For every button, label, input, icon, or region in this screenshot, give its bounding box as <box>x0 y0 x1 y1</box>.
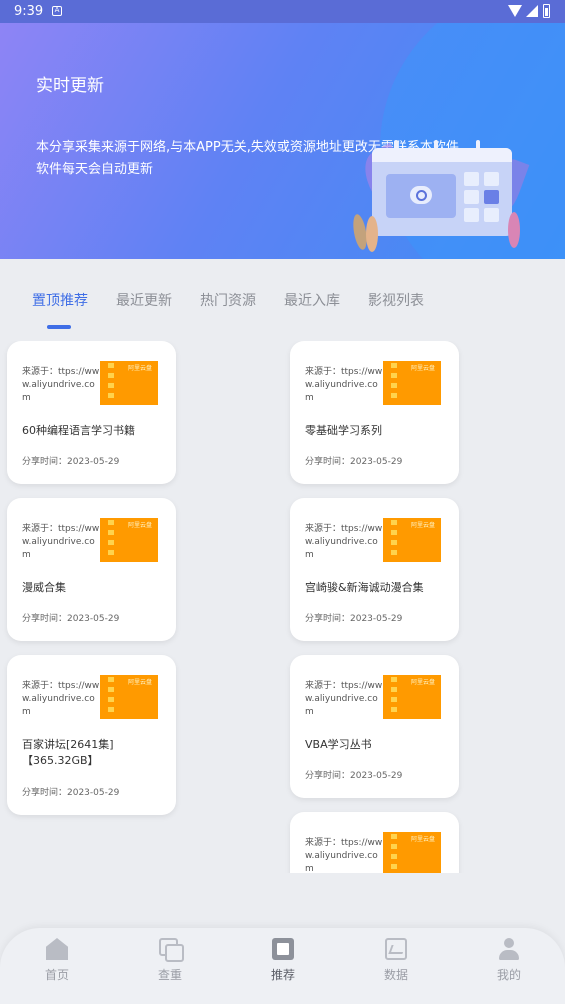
recommend-icon <box>272 938 294 960</box>
tab-recent-updates[interactable]: 最近更新 <box>116 290 172 310</box>
card-date: 分享时间：2023-05-29 <box>22 457 120 467</box>
bottom-navigation: 首页 查重 推荐 数据 我的 <box>0 928 565 1004</box>
card-title: 零基础学习系列 <box>305 424 382 437</box>
feather-icon <box>366 216 378 252</box>
calendar-icon <box>372 140 512 236</box>
profile-icon <box>498 938 520 960</box>
resource-card[interactable]: 来源于：ttps://www.aliyundrive.com 阿里云盘 VBA学… <box>290 655 459 798</box>
nav-profile[interactable]: 我的 <box>479 938 539 983</box>
search-icon <box>410 186 432 204</box>
card-source: 来源于：ttps://www.aliyundrive.com <box>305 838 383 873</box>
card-title: 宫崎骏&新海诚动漫合集 <box>305 581 424 594</box>
calendar-illustration <box>350 118 530 252</box>
nav-data[interactable]: 数据 <box>366 938 426 983</box>
card-source: 来源于：ttps://www.aliyundrive.com <box>305 524 383 560</box>
nav-label: 数据 <box>383 968 408 982</box>
category-tabs: 置顶推荐 最近更新 热门资源 最近入库 影视列表 <box>0 259 565 339</box>
resource-card[interactable]: 来源于：ttps://www.aliyundrive.com 阿里云盘 60种编… <box>7 341 176 484</box>
data-chart-icon <box>385 938 407 960</box>
duplicate-icon <box>159 938 184 962</box>
nav-home[interactable]: 首页 <box>27 938 87 983</box>
resource-card[interactable]: 来源于：ttps://www.aliyundrive.com 阿里云盘 零基础学… <box>290 341 459 484</box>
card-source: 来源于：ttps://www.aliyundrive.com <box>305 681 383 717</box>
home-icon <box>46 938 68 960</box>
resource-card[interactable]: 来源于：ttps://www.aliyundrive.com 阿里云盘 百家讲坛… <box>7 655 176 815</box>
nav-label: 我的 <box>496 968 521 982</box>
resource-card[interactable]: 来源于：ttps://www.aliyundrive.com 阿里云盘 漫威合集… <box>7 498 176 641</box>
folder-thumbnail: 阿里云盘 <box>100 675 158 719</box>
notification-icon: A <box>52 6 62 16</box>
card-date: 分享时间：2023-05-29 <box>305 457 403 467</box>
tab-pinned[interactable]: 置顶推荐 <box>32 290 88 310</box>
nav-duplicate-check[interactable]: 查重 <box>140 938 200 983</box>
tab-hot-resources[interactable]: 热门资源 <box>200 290 256 310</box>
banner: 实时更新 本分享采集来源于网络,与本APP无关,失效或资源地址更改无需联系本软件… <box>0 23 565 259</box>
resource-card[interactable]: 来源于：ttps://www.aliyundrive.com 阿里云盘 宫崎骏&… <box>290 498 459 641</box>
nav-recommend[interactable]: 推荐 <box>253 938 313 983</box>
card-source: 来源于：ttps://www.aliyundrive.com <box>22 524 100 560</box>
card-source: 来源于：ttps://www.aliyundrive.com <box>22 367 100 403</box>
nav-label: 首页 <box>44 968 69 982</box>
folder-thumbnail: 阿里云盘 <box>100 518 158 562</box>
card-date: 分享时间：2023-05-29 <box>22 788 120 798</box>
card-title: 漫威合集 <box>22 581 66 594</box>
nav-label: 推荐 <box>270 968 295 982</box>
tab-recently-added[interactable]: 最近入库 <box>284 290 340 310</box>
resource-card[interactable]: 来源于：ttps://www.aliyundrive.com 阿里云盘 <box>290 812 459 873</box>
card-source: 来源于：ttps://www.aliyundrive.com <box>22 681 100 717</box>
folder-thumbnail: 阿里云盘 <box>100 361 158 405</box>
wifi-icon <box>508 5 522 17</box>
status-bar: 9:39 A <box>0 0 565 23</box>
folder-thumbnail: 阿里云盘 <box>383 361 441 405</box>
resource-grid: 来源于：ttps://www.aliyundrive.com 阿里云盘 60种编… <box>0 341 565 873</box>
nav-label: 查重 <box>157 968 182 982</box>
signal-icon <box>526 5 538 17</box>
card-date: 分享时间：2023-05-29 <box>305 771 403 781</box>
folder-thumbnail: 阿里云盘 <box>383 518 441 562</box>
folder-thumbnail: 阿里云盘 <box>383 832 441 873</box>
status-time: 9:39 <box>14 4 44 19</box>
card-title: VBA学习丛书 <box>305 738 372 751</box>
folder-thumbnail: 阿里云盘 <box>383 675 441 719</box>
card-date: 分享时间：2023-05-29 <box>22 614 120 624</box>
card-title: 60种编程语言学习书籍 <box>22 424 135 437</box>
tab-video-list[interactable]: 影视列表 <box>368 290 424 310</box>
feather-icon <box>508 212 520 248</box>
card-source: 来源于：ttps://www.aliyundrive.com <box>305 367 383 403</box>
card-title: 百家讲坛[2641集]【365.32GB】 <box>22 738 114 767</box>
battery-icon <box>543 4 550 18</box>
tab-indicator <box>47 325 71 329</box>
card-date: 分享时间：2023-05-29 <box>305 614 403 624</box>
banner-title: 实时更新 <box>36 76 104 96</box>
